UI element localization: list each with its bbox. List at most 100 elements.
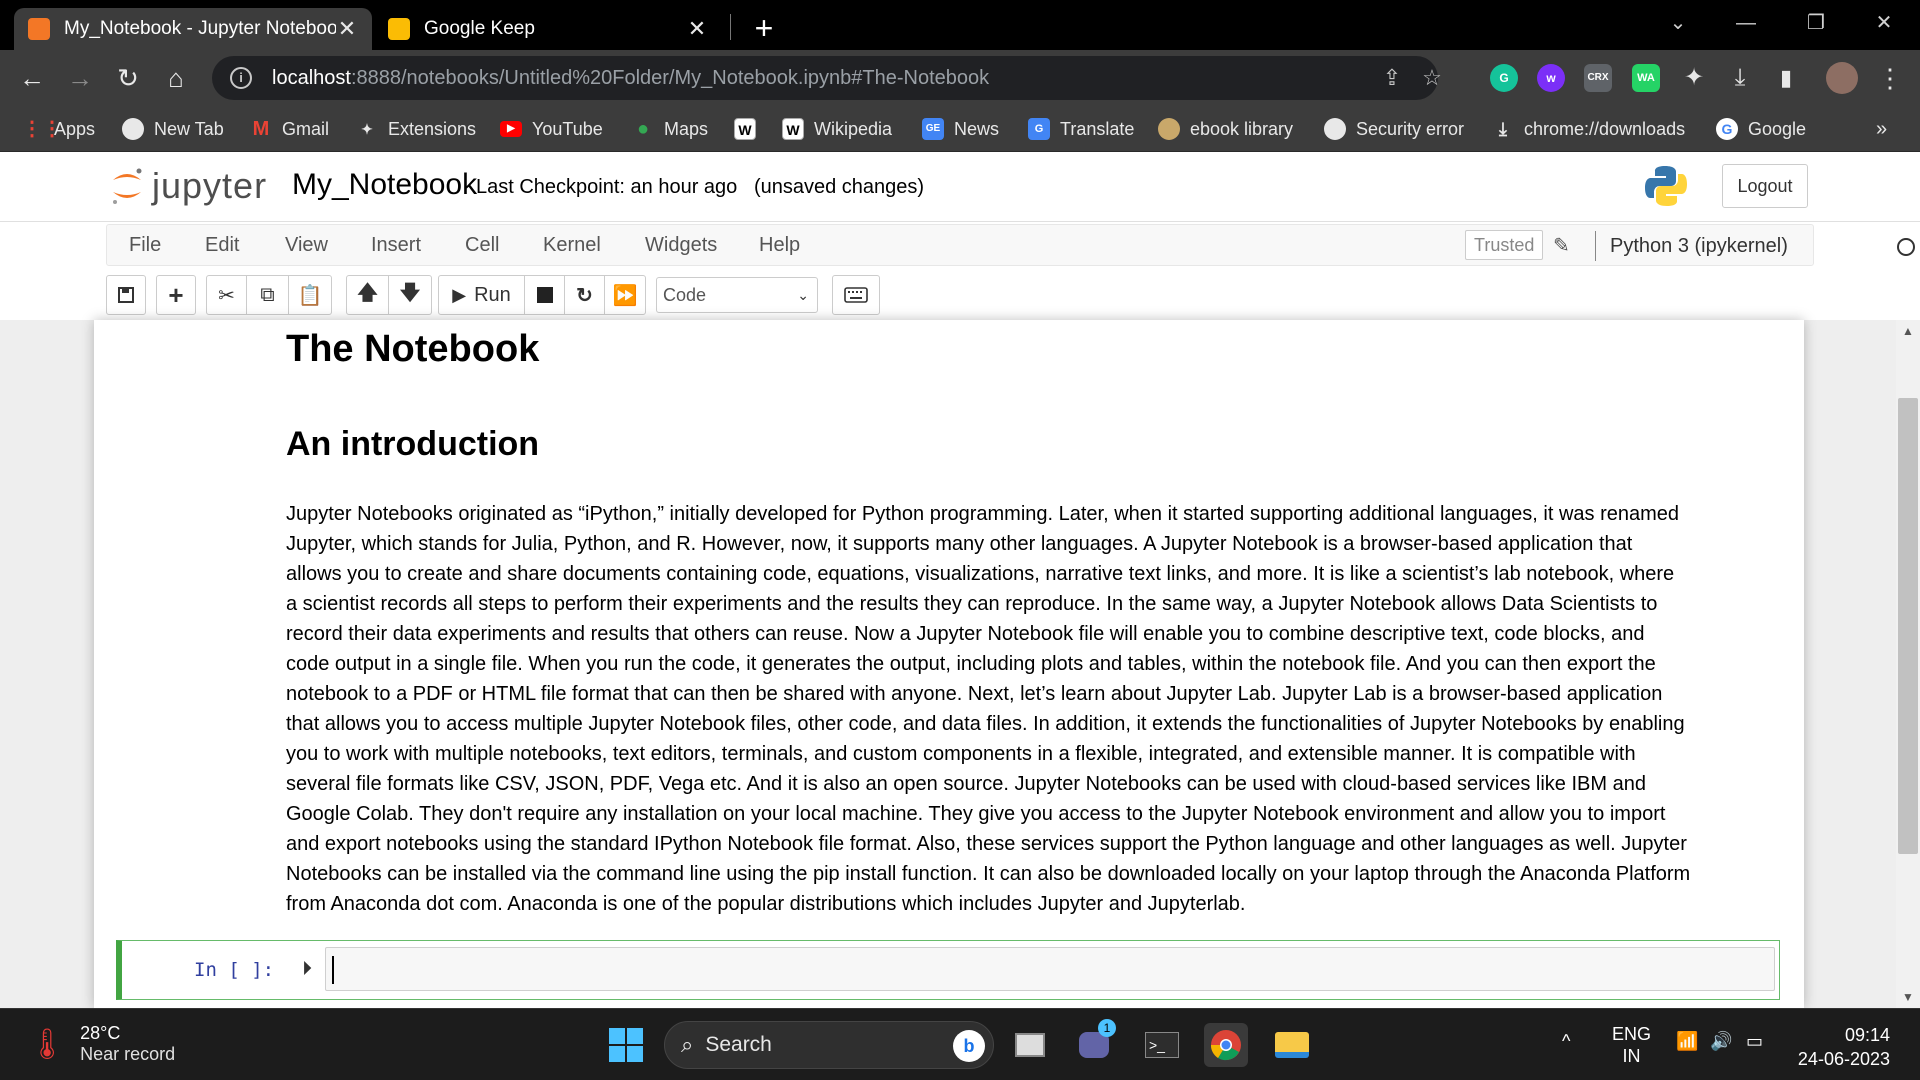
side-panel-icon[interactable]: ▮	[1766, 58, 1806, 98]
menu-kebab-icon[interactable]: ⋮	[1870, 58, 1910, 98]
menu-insert[interactable]: Insert	[371, 234, 421, 257]
battery-icon[interactable]: ▭	[1746, 1031, 1763, 1052]
edit-pencil-icon[interactable]: ✎	[1553, 233, 1570, 258]
restart-icon: ↻	[576, 284, 593, 307]
close-tab-icon[interactable]: ✕	[686, 16, 708, 42]
input-language-indicator[interactable]: ENG IN	[1612, 1023, 1651, 1067]
menu-view[interactable]: View	[285, 234, 328, 257]
bookmark-star-icon[interactable]: ☆	[1418, 64, 1446, 92]
crx-extension-icon[interactable]: CRX	[1584, 64, 1612, 92]
file-explorer-button[interactable]	[1270, 1023, 1314, 1067]
restore-button[interactable]: ❐	[1792, 6, 1840, 40]
jupyter-logo[interactable]: jupyter	[110, 162, 267, 210]
home-icon[interactable]: ⌂	[156, 58, 196, 98]
chrome-taskbar-button[interactable]	[1204, 1023, 1248, 1067]
run-cell-icon[interactable]: ⏵	[302, 958, 312, 981]
bookmark-label: ebook library	[1190, 118, 1294, 139]
bookmark-news[interactable]: GE News	[922, 114, 999, 144]
command-palette-button[interactable]	[832, 275, 880, 315]
wifi-icon[interactable]: 📶	[1676, 1031, 1698, 1052]
bing-icon[interactable]: b	[953, 1030, 985, 1062]
code-cell[interactable]: In [ ]: ⏵	[116, 940, 1780, 1000]
start-button[interactable]	[604, 1023, 648, 1067]
share-icon[interactable]: ⇪	[1378, 64, 1406, 92]
menu-cell[interactable]: Cell	[465, 234, 499, 257]
bookmark-maps[interactable]: ● Maps	[632, 114, 708, 144]
bookmark-security-error[interactable]: Security error	[1324, 114, 1464, 144]
whatsapp-extension-icon[interactable]: WA	[1632, 64, 1660, 92]
bookmark-apps[interactable]: ⋮⋮ Apps	[22, 114, 95, 144]
reload-icon[interactable]: ↻	[108, 58, 148, 98]
menu-help[interactable]: Help	[759, 234, 800, 257]
insert-cell-button[interactable]: +	[156, 275, 196, 315]
logout-button[interactable]: Logout	[1722, 164, 1808, 208]
interrupt-kernel-button[interactable]	[525, 276, 565, 314]
taskbar-search-label: Search	[705, 1033, 772, 1056]
extension-w-icon[interactable]: w	[1537, 64, 1565, 92]
show-hidden-icons-chevron-icon[interactable]: ^	[1562, 1031, 1570, 1052]
download-icon[interactable]: ⤓	[1720, 58, 1760, 98]
system-clock[interactable]: 09:14 24-06-2023	[1790, 1023, 1890, 1071]
weather-widget[interactable]: 🌡 28°C Near record	[28, 1023, 175, 1065]
run-button[interactable]: ▶ Run	[439, 276, 525, 314]
bookmark-gmail[interactable]: M Gmail	[250, 114, 329, 144]
cell-type-select[interactable]: Code ⌄	[656, 277, 818, 313]
bookmark-new-tab[interactable]: New Tab	[122, 114, 224, 144]
bookmark-translate[interactable]: G Translate	[1028, 114, 1134, 144]
paragraph-line: notebook to a PDF or HTML file format th…	[286, 683, 1663, 705]
forward-arrow-icon[interactable]: →	[60, 58, 100, 98]
volume-icon[interactable]: 🔊	[1710, 1031, 1732, 1052]
teams-chat-button[interactable]: 1	[1072, 1019, 1116, 1067]
thermometer-icon: 🌡	[28, 1027, 67, 1061]
notebook-name[interactable]: My_Notebook	[292, 168, 477, 202]
menu-kernel[interactable]: Kernel	[543, 234, 601, 257]
move-up-button[interactable]: 🡅	[347, 276, 389, 314]
bookmark-chrome-downloads[interactable]: ⤓ chrome://downloads	[1492, 114, 1685, 144]
menu-widgets[interactable]: Widgets	[645, 234, 717, 257]
back-arrow-icon[interactable]: ←	[12, 58, 52, 98]
weather-temperature: 28°C	[80, 1023, 121, 1043]
extensions-puzzle-icon[interactable]: ✦	[1674, 58, 1714, 98]
restart-run-all-button[interactable]: ⏩	[605, 276, 645, 314]
bookmark-google[interactable]: G Google	[1716, 114, 1806, 144]
scroll-down-arrow-icon[interactable]: ▼	[1898, 990, 1918, 1004]
copy-button[interactable]: ⧉	[247, 276, 289, 314]
taskbar-search-box[interactable]: ⌕ Search b	[664, 1021, 994, 1069]
bookmark-ebook-library[interactable]: ebook library	[1158, 114, 1293, 144]
save-button[interactable]	[106, 275, 146, 315]
restart-kernel-button[interactable]: ↻	[565, 276, 605, 314]
bookmark-wikipedia[interactable]: W Wikipedia	[782, 114, 892, 144]
task-view-button[interactable]	[1008, 1023, 1052, 1067]
scroll-up-arrow-icon[interactable]: ▲	[1898, 324, 1918, 338]
notebook-heading-2: An introduction	[286, 425, 540, 463]
checkpoint-text: Last Checkpoint: an hour ago	[476, 176, 738, 198]
close-tab-icon[interactable]: ✕	[336, 16, 358, 42]
tab-search-chevron-icon[interactable]: ⌄	[1654, 6, 1702, 40]
minimize-button[interactable]: —	[1722, 6, 1770, 40]
tab-jupyter-notebook[interactable]: My_Notebook - Jupyter Notebook ✕	[14, 8, 372, 50]
google-icon: G	[1716, 118, 1738, 140]
scrollbar-thumb[interactable]	[1898, 398, 1918, 854]
tab-google-keep[interactable]: Google Keep ✕	[374, 8, 722, 50]
bookmarks-overflow-button[interactable]: »	[1876, 114, 1887, 144]
address-bar[interactable]: i localhost:8888/notebooks/Untitled%20Fo…	[212, 56, 1442, 100]
cut-button[interactable]: ✂	[207, 276, 247, 314]
trusted-indicator[interactable]: Trusted	[1465, 230, 1544, 260]
jupyter-wordmark: jupyter	[152, 165, 268, 206]
kernel-name[interactable]: Python 3 (ipykernel)	[1595, 231, 1788, 261]
plus-icon: +	[168, 279, 184, 310]
menu-edit[interactable]: Edit	[205, 234, 239, 257]
bookmark-wikipedia-icon-only[interactable]: W	[734, 114, 766, 144]
terminal-button[interactable]: >_	[1140, 1023, 1184, 1067]
close-window-button[interactable]: ✕	[1860, 6, 1908, 40]
bookmark-youtube[interactable]: ▶ YouTube	[500, 114, 603, 144]
new-tab-button[interactable]: +	[746, 10, 782, 46]
site-info-icon[interactable]: i	[230, 67, 252, 89]
paste-button[interactable]: 📋	[289, 276, 331, 314]
code-input[interactable]	[325, 947, 1775, 991]
profile-avatar[interactable]	[1826, 62, 1858, 94]
move-down-button[interactable]: 🡇	[389, 276, 431, 314]
menu-file[interactable]: File	[129, 234, 161, 257]
grammarly-icon[interactable]: G	[1490, 64, 1518, 92]
bookmark-extensions[interactable]: ✦ Extensions	[356, 114, 476, 144]
